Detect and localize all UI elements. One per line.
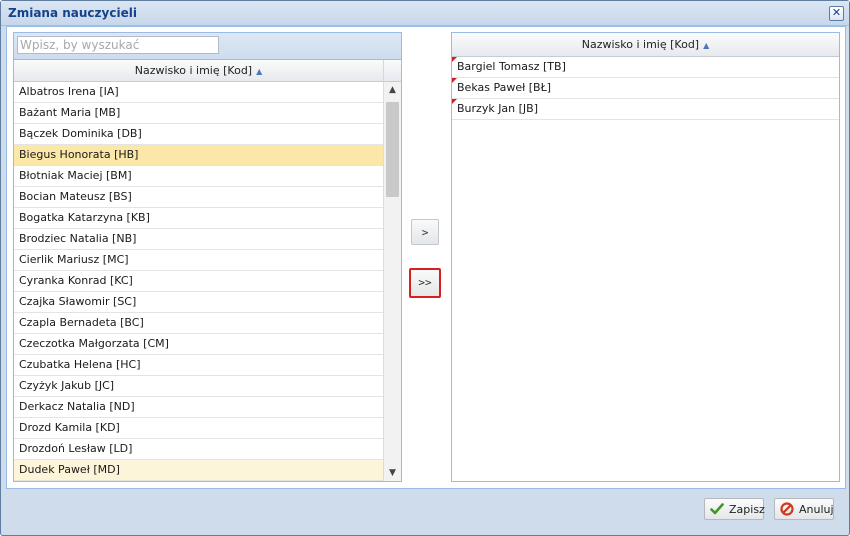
modified-marker-icon	[452, 99, 457, 104]
header-scroll-corner	[383, 60, 401, 82]
sort-asc-icon: ▲	[703, 41, 710, 50]
cancel-icon	[780, 502, 794, 516]
list-item[interactable]: Bażant Maria [MB]	[14, 103, 384, 124]
move-all-button[interactable]: >>	[409, 268, 441, 298]
save-button[interactable]: Zapisz	[704, 498, 765, 520]
list-item[interactable]: Bocian Mateusz [BS]	[14, 187, 384, 208]
search-toolbar	[14, 33, 401, 60]
list-item[interactable]: Czubatka Helena [HC]	[14, 355, 384, 376]
dialog-window: Zmiana nauczycieli ✕ Nazwisko i imię [Ko…	[0, 0, 850, 536]
sort-asc-icon: ▲	[256, 67, 263, 76]
list-item-label: Bekas Paweł [BŁ]	[457, 81, 552, 94]
modified-marker-icon	[452, 78, 457, 83]
list-item[interactable]: Bekas Paweł [BŁ]	[452, 78, 839, 99]
dialog-footer: Zapisz Anuluj	[1, 489, 849, 535]
column-header-label: Nazwisko i imię [Kod]	[581, 38, 700, 51]
list-item[interactable]: Czapla Bernadeta [BC]	[14, 313, 384, 334]
list-item[interactable]: Bogatka Katarzyna [KB]	[14, 208, 384, 229]
list-item[interactable]: Cierlik Mariusz [MC]	[14, 250, 384, 271]
column-header-name[interactable]: Nazwisko i imię [Kod] ▲	[14, 60, 383, 82]
checkmark-icon	[710, 503, 724, 515]
modified-marker-icon	[452, 57, 457, 62]
list-item[interactable]: Burzyk Jan [JB]	[452, 99, 839, 120]
list-item[interactable]: Drozd Kamila [KD]	[14, 418, 384, 439]
dialog-titlebar: Zmiana nauczycieli ✕	[1, 1, 849, 26]
cancel-button[interactable]: Anuluj	[774, 498, 834, 520]
move-selected-button[interactable]: >	[411, 219, 439, 245]
list-item[interactable]: Albatros Irena [IA]	[14, 82, 384, 103]
list-item[interactable]: Czyżyk Jakub [JC]	[14, 376, 384, 397]
list-item[interactable]: Drozdoń Lesław [LD]	[14, 439, 384, 460]
list-item[interactable]: Derkacz Natalia [ND]	[14, 397, 384, 418]
list-item[interactable]: Błotniak Maciej [BM]	[14, 166, 384, 187]
cancel-button-label: Anuluj	[799, 503, 834, 516]
scroll-up-icon[interactable]: ▲	[384, 82, 401, 98]
dialog-body: Nazwisko i imię [Kod]▲ Albatros Irena [I…	[6, 26, 846, 489]
dialog-title: Zmiana nauczycieli	[8, 6, 137, 20]
available-teachers-panel: Nazwisko i imię [Kod]▲ Albatros Irena [I…	[13, 32, 402, 482]
scroll-thumb[interactable]	[386, 102, 399, 197]
search-input[interactable]	[17, 36, 219, 54]
assigned-teachers-panel: Nazwisko i imię [Kod] ▲ Bargiel Tomasz [T…	[451, 32, 840, 482]
list-item[interactable]: Czeczotka Małgorzata [CM]	[14, 334, 384, 355]
column-header-label: Nazwisko i imię [Kod]	[134, 64, 253, 77]
list-item-label: Burzyk Jan [JB]	[457, 102, 539, 115]
list-item[interactable]: Bargiel Tomasz [TB]	[452, 57, 839, 78]
list-item-hover[interactable]: Dudek Paweł [MD]	[14, 460, 384, 481]
list-item[interactable]: Czajka Sławomir [SC]	[14, 292, 384, 313]
list-item-selected[interactable]: Biegus Honorata [HB]	[14, 145, 384, 166]
close-icon[interactable]: ✕	[829, 6, 844, 21]
list-scrollbar[interactable]: ▲ ▼	[383, 82, 401, 481]
list-item[interactable]: Brodziec Natalia [NB]	[14, 229, 384, 250]
save-button-label: Zapisz	[729, 503, 765, 516]
column-header-name-assigned[interactable]: Nazwisko i imię [Kod] ▲	[452, 33, 839, 57]
available-teachers-list: Albatros Irena [IA] Bażant Maria [MB] Bą…	[14, 82, 384, 481]
list-item-label: Bargiel Tomasz [TB]	[457, 60, 566, 73]
list-item[interactable]: Cyranka Konrad [KC]	[14, 271, 384, 292]
scroll-down-icon[interactable]: ▼	[384, 465, 401, 481]
assigned-teachers-list: Bargiel Tomasz [TB] Bekas Paweł [BŁ] Bur…	[452, 57, 839, 120]
list-item[interactable]: Bączek Dominika [DB]	[14, 124, 384, 145]
